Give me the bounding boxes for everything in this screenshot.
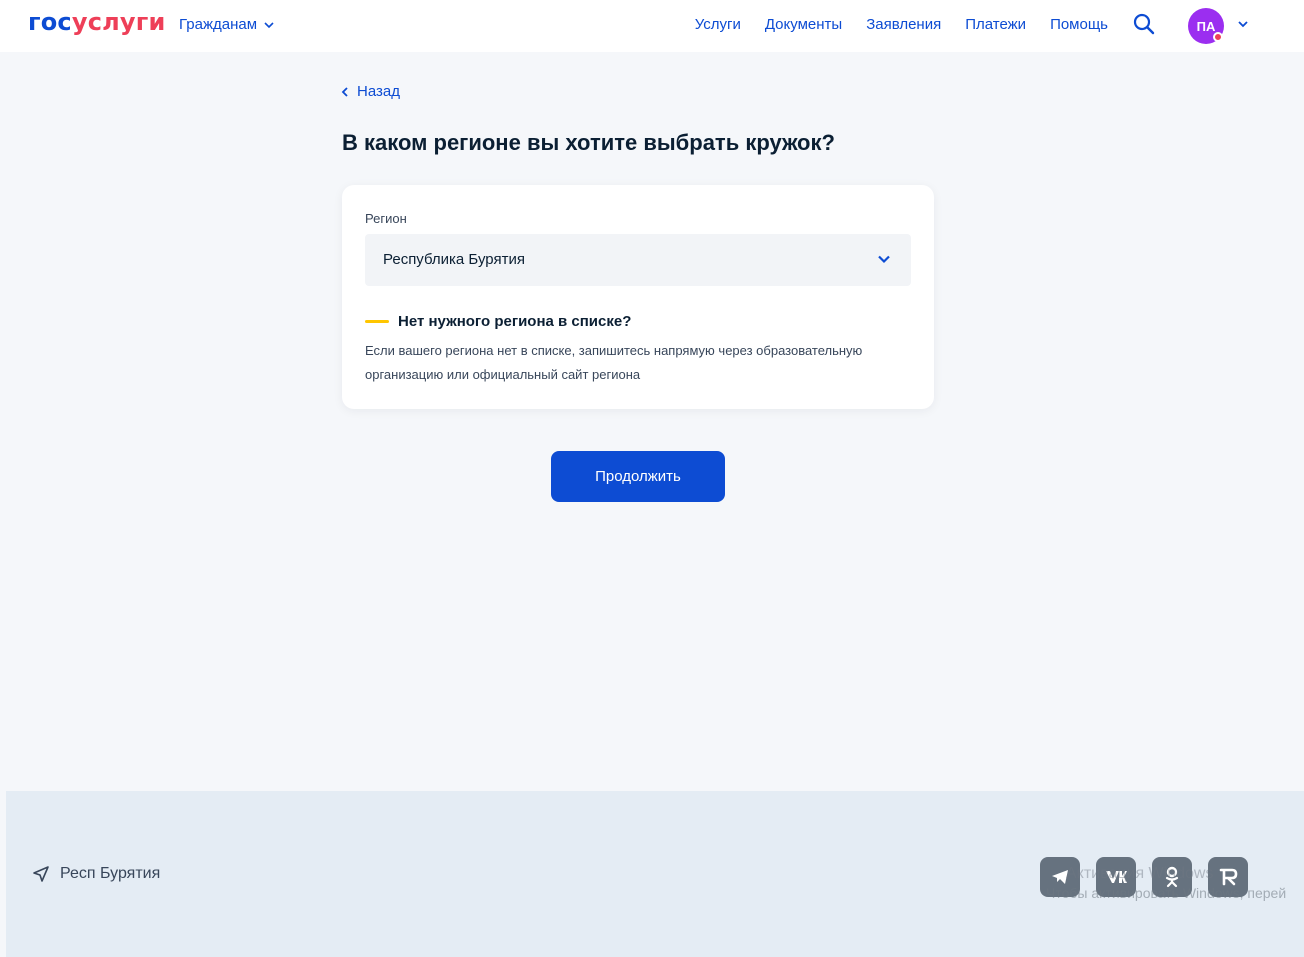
windows-activation-title: Активация Windows (1066, 865, 1214, 882)
windows-activation-watermark: Чтобы активировать Windows, перей (1046, 885, 1287, 901)
location-label: Респ Бурятия (60, 865, 161, 882)
nav-applications[interactable]: Заявления (866, 16, 941, 33)
chevron-down-icon (878, 255, 890, 264)
avatar-initials: ПА (1196, 18, 1216, 34)
back-label: Назад (357, 83, 400, 100)
logo-part-uslugi: услуги (71, 8, 166, 36)
region-select-value: Республика Бурятия (383, 251, 525, 268)
chevron-down-icon (264, 21, 274, 28)
logo-part-gos: гос (28, 8, 72, 36)
nav-services[interactable]: Услуги (695, 16, 741, 33)
persona-dropdown[interactable]: Гражданам (179, 16, 275, 33)
nav-help[interactable]: Помощь (1050, 16, 1108, 33)
back-link[interactable]: Назад (341, 83, 400, 100)
search-icon[interactable] (1132, 12, 1156, 36)
region-select[interactable]: Республика Бурятия (365, 234, 911, 286)
hint-text: Если вашего региона нет в списке, запиши… (365, 343, 863, 382)
top-header: госуслуги Гражданам Услуги Документы Зая… (0, 0, 1304, 52)
user-avatar[interactable]: ПА (1188, 8, 1224, 44)
location-arrow-icon (33, 866, 49, 882)
region-field-label: Регион (365, 211, 407, 226)
nav-payments[interactable]: Платежи (965, 16, 1026, 33)
hint-accent-bar (365, 320, 389, 323)
chevron-down-icon[interactable] (1236, 19, 1250, 29)
nav-documents[interactable]: Документы (765, 16, 842, 33)
continue-button[interactable]: Продолжить (551, 451, 725, 502)
notification-dot (1213, 32, 1223, 42)
main-nav: Услуги Документы Заявления Платежи Помощ… (695, 16, 1108, 33)
footer: Респ Бурятия Активация Windows Чтобы акт… (6, 791, 1304, 957)
location-link[interactable]: Респ Бурятия (32, 865, 160, 883)
region-card: Регион Республика Бурятия Нет нужного ре… (342, 185, 934, 409)
persona-label: Гражданам (179, 16, 258, 33)
page-title: В каком регионе вы хотите выбрать кружок… (342, 130, 835, 155)
hint-title: Нет нужного региона в списке? (398, 313, 632, 330)
chevron-left-icon (341, 86, 348, 97)
gosuslugi-logo[interactable]: госуслуги (28, 8, 166, 36)
